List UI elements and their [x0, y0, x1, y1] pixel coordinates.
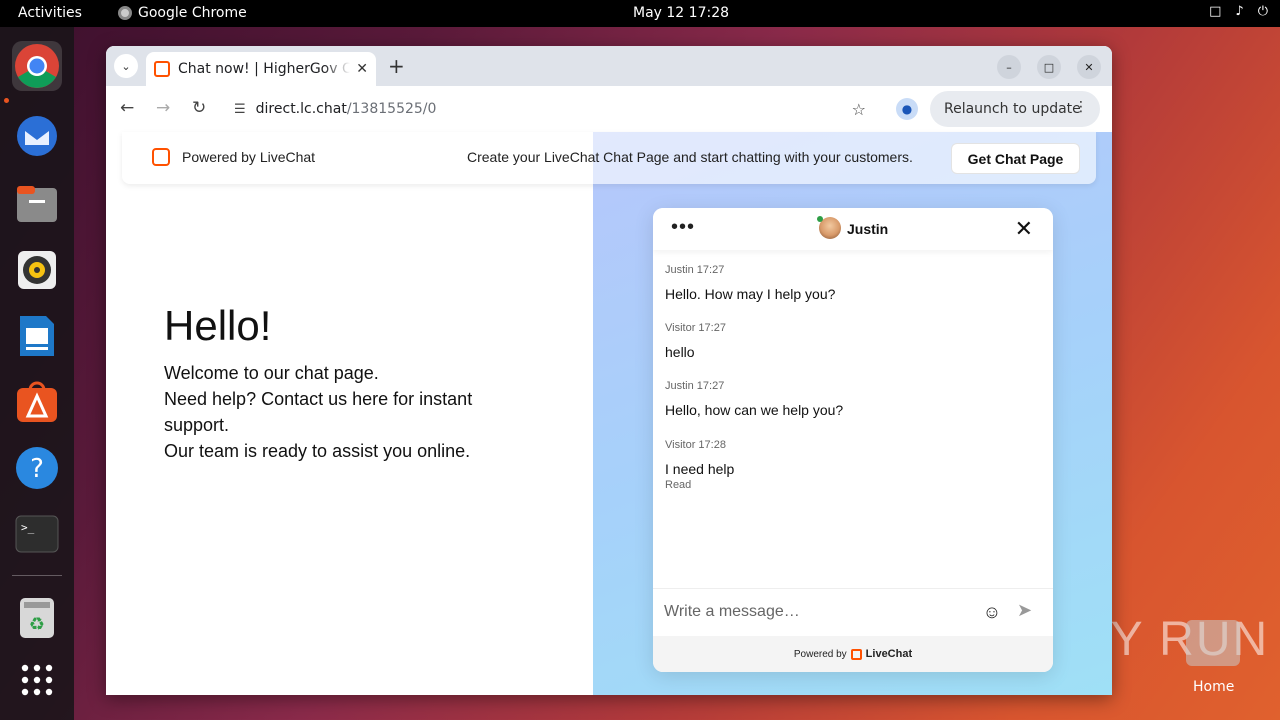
- chat-widget: ••• Justin ✕ Justin 17:27 Hello. How may…: [653, 208, 1053, 672]
- footer-brand[interactable]: LiveChat: [866, 648, 912, 660]
- app-menu[interactable]: Google Chrome: [118, 5, 247, 21]
- svg-text:?: ?: [30, 454, 44, 484]
- apps-grid-icon[interactable]: [12, 655, 62, 705]
- message-meta: Visitor 17:27: [665, 322, 726, 334]
- app-name: Google Chrome: [138, 5, 247, 21]
- new-tab-button[interactable]: +: [388, 54, 405, 78]
- read-receipt: Read: [665, 479, 692, 491]
- profile-avatar-icon[interactable]: ●: [896, 98, 918, 120]
- volume-icon: ♪: [1235, 4, 1244, 19]
- dock: ? >_ ♻: [0, 27, 74, 720]
- svg-text:>_: >_: [21, 521, 35, 534]
- message-text: I need help: [665, 461, 735, 477]
- online-status-dot: [817, 216, 823, 222]
- maximize-button[interactable]: □: [1037, 55, 1061, 79]
- footer-powered: Powered by: [793, 648, 847, 660]
- message-text: Hello, how can we help you?: [665, 402, 844, 418]
- agent-name: Justin: [847, 221, 889, 237]
- site-info-icon[interactable]: ☰: [234, 102, 246, 117]
- app-center-icon[interactable]: [12, 377, 62, 427]
- relaunch-label: Relaunch to update: [944, 101, 1081, 117]
- tab-close-icon[interactable]: ✕: [356, 61, 368, 77]
- livechat-logo-icon: [152, 148, 170, 166]
- home-label[interactable]: Home: [1193, 679, 1234, 695]
- help-icon[interactable]: ?: [12, 443, 62, 493]
- tab-search-button[interactable]: ⌄: [114, 54, 138, 78]
- tab-title: Chat now! | HigherGov Chat: [178, 61, 351, 77]
- emoji-icon[interactable]: ☺: [981, 601, 1003, 623]
- activities-button[interactable]: Activities: [18, 5, 82, 21]
- message-text: Hello. How may I help you?: [665, 286, 836, 302]
- livechat-footer-icon: [850, 648, 862, 660]
- browser-window: ⌄ Chat now! | HigherGov Chat ✕ + – □ ✕ ←…: [106, 46, 1112, 695]
- network-icon: □: [1209, 4, 1222, 19]
- relaunch-button[interactable]: Relaunch to update ⋮: [930, 91, 1100, 127]
- close-chat-icon[interactable]: ✕: [1015, 216, 1033, 242]
- power-icon: ⏻: [1257, 4, 1268, 19]
- tab-strip: ⌄ Chat now! | HigherGov Chat ✕ + – □ ✕: [106, 46, 1112, 86]
- message-meta: Justin 17:27: [665, 264, 725, 276]
- chrome-menu-icon[interactable]: ⋮: [1074, 99, 1088, 115]
- rhythmbox-icon[interactable]: [12, 245, 62, 295]
- more-options-icon[interactable]: •••: [671, 216, 695, 239]
- intro-line-3: Our team is ready to assist you online.: [164, 441, 471, 461]
- thunderbird-icon[interactable]: [12, 111, 62, 161]
- send-icon[interactable]: ➤: [1017, 600, 1032, 621]
- livechat-banner: Powered by LiveChat Create your LiveChat…: [122, 132, 1096, 184]
- intro-line-1: Welcome to our chat page.: [164, 363, 379, 383]
- reload-button[interactable]: ↻: [192, 98, 206, 118]
- page-content: Powered by LiveChat Create your LiveChat…: [106, 132, 1112, 695]
- clock[interactable]: May 12 17:28: [633, 5, 729, 21]
- files-icon[interactable]: [12, 179, 62, 229]
- page-heading: Hello!: [164, 302, 272, 349]
- browser-toolbar: ← → ↻ ☰ direct.lc.chat/13815525/0 ☆ ● Re…: [106, 86, 1112, 132]
- svg-text:♻: ♻: [29, 614, 45, 635]
- top-bar: Activities Google Chrome May 12 17:28 □ …: [0, 0, 1280, 27]
- system-tray[interactable]: □ ♪ ⏻: [1209, 4, 1268, 19]
- get-chat-page-button[interactable]: Get Chat Page: [951, 143, 1080, 174]
- active-tab[interactable]: Chat now! | HigherGov Chat ✕: [146, 52, 376, 86]
- message-meta: Visitor 17:28: [665, 439, 726, 451]
- message-meta: Justin 17:27: [665, 380, 725, 392]
- powered-by-label[interactable]: Powered by LiveChat: [182, 149, 315, 165]
- dock-separator: [12, 575, 62, 576]
- bookmark-star-icon[interactable]: ☆: [852, 100, 866, 119]
- intro-line-2: Need help? Contact us here for instant s…: [164, 389, 473, 435]
- back-button[interactable]: ←: [120, 98, 134, 118]
- message-composer: Write a message… ☺ ➤: [653, 588, 1053, 636]
- home-folder-icon[interactable]: [1186, 620, 1240, 680]
- terminal-icon[interactable]: >_: [12, 509, 62, 559]
- url-host: direct.lc.chat: [255, 101, 347, 117]
- chat-header: ••• Justin ✕: [653, 208, 1053, 250]
- message-input[interactable]: Write a message…: [664, 603, 800, 621]
- banner-cta-text: Create your LiveChat Chat Page and start…: [467, 149, 913, 165]
- writer-icon[interactable]: [12, 311, 62, 361]
- url-path: /13815525/0: [346, 101, 437, 117]
- chat-footer: Powered by LiveChat: [653, 636, 1053, 672]
- minimize-button[interactable]: –: [997, 55, 1021, 79]
- intro-text: Welcome to our chat page. Need help? Con…: [164, 360, 524, 464]
- chrome-small-icon: [118, 6, 132, 20]
- forward-button[interactable]: →: [156, 98, 170, 118]
- message-text: hello: [665, 344, 695, 360]
- chrome-icon[interactable]: [12, 41, 62, 91]
- close-window-button[interactable]: ✕: [1077, 55, 1101, 79]
- livechat-favicon-icon: [154, 61, 170, 77]
- trash-icon[interactable]: ♻: [12, 593, 62, 643]
- address-bar[interactable]: ☰ direct.lc.chat/13815525/0 ☆: [224, 92, 880, 126]
- running-indicator: [4, 98, 9, 103]
